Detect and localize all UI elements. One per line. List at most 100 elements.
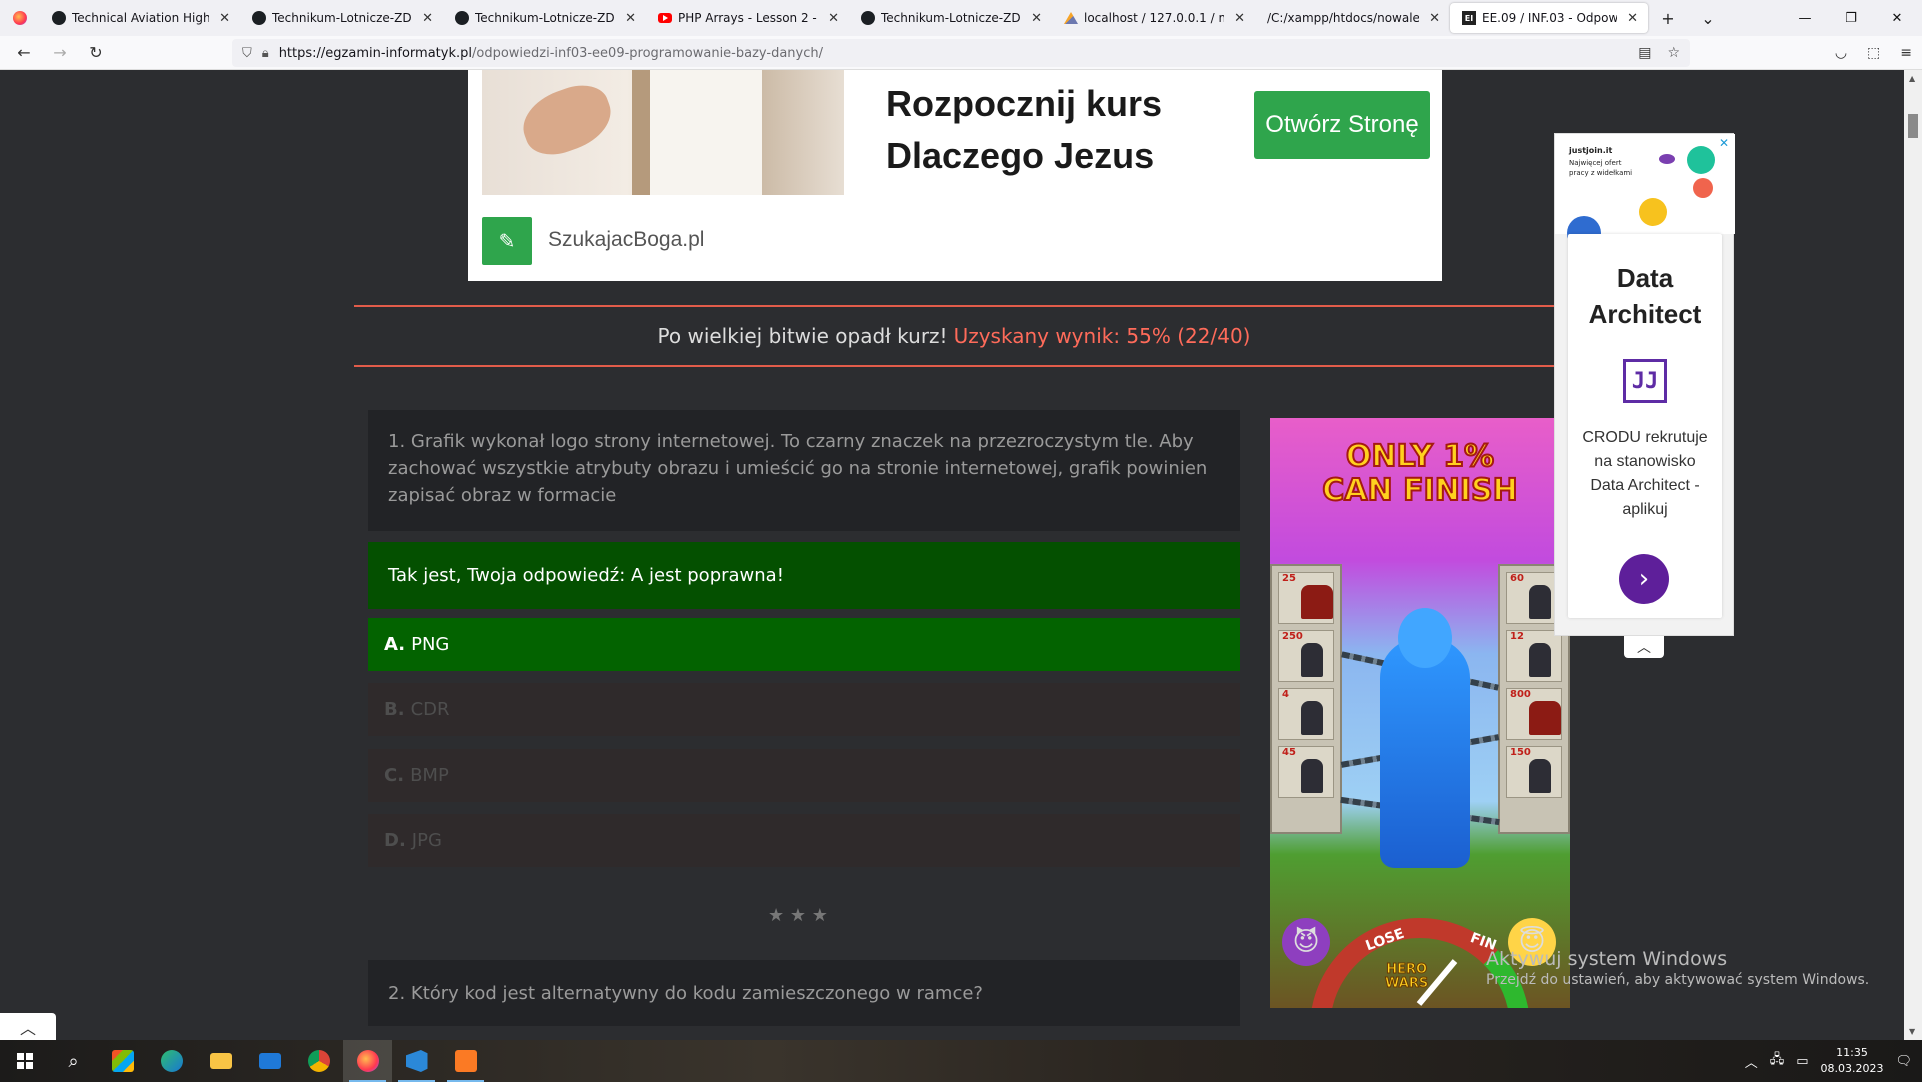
answer-c[interactable]: C. BMP bbox=[368, 749, 1240, 802]
side-ad-banner[interactable]: justjoin.it Najwięcej ofert pracy z wide… bbox=[1555, 134, 1735, 250]
windows-activation-watermark: Aktywuj system Windows Przejdź do ustawi… bbox=[1486, 948, 1869, 988]
top-advertisement[interactable]: Rozpocznij kurs Dlaczego Jezus Otwórz St… bbox=[468, 70, 1442, 281]
tab-title: EE.09 / INF.03 - Odpowiedź bbox=[1482, 11, 1618, 25]
close-icon[interactable]: ✕ bbox=[1031, 11, 1042, 26]
close-icon[interactable]: ✕ bbox=[219, 11, 230, 26]
scroll-up-arrow-icon[interactable]: ▲ bbox=[1909, 74, 1915, 83]
answer-text: CDR bbox=[410, 699, 450, 720]
answer-text: JPG bbox=[411, 830, 442, 851]
close-icon[interactable]: ✕ bbox=[1234, 11, 1245, 26]
floor-power: 150 bbox=[1510, 747, 1531, 758]
network-icon[interactable]: 🖧︎ bbox=[1770, 1050, 1785, 1072]
file-explorer-icon[interactable] bbox=[196, 1040, 245, 1082]
ad-source-logo-icon[interactable]: ✎ bbox=[482, 217, 532, 265]
question-2-text: 2. Który kod jest alternatywny do kodu z… bbox=[368, 960, 1240, 1026]
clock[interactable]: 11:35 08.03.2023 bbox=[1821, 1045, 1884, 1077]
answer-a[interactable]: A. PNG bbox=[368, 618, 1240, 671]
game-ad-title[interactable]: ONLY 1% CAN FINISH bbox=[1270, 439, 1570, 509]
answer-d[interactable]: D. JPG bbox=[368, 814, 1240, 867]
tab-title: Technical Aviation Highsch bbox=[72, 11, 210, 25]
tower-floor: 150 bbox=[1506, 746, 1562, 798]
scroll-down-arrow-icon[interactable]: ▼ bbox=[1909, 1027, 1915, 1036]
shield-icon[interactable]: ⛉ bbox=[242, 46, 252, 61]
game-ad-title-line2: CAN FINISH bbox=[1321, 473, 1518, 509]
reload-icon[interactable]: ↻ bbox=[78, 38, 114, 68]
lock-icon[interactable]: 🔒︎ bbox=[262, 46, 269, 61]
browser-tab-4[interactable]: PHP Arrays - Lesson 2 - Cre ✕ bbox=[646, 0, 849, 36]
ad-photo[interactable] bbox=[482, 70, 844, 195]
scrollbar-thumb[interactable] bbox=[1908, 114, 1918, 138]
browser-tab-6[interactable]: localhost / 127.0.0.1 / moja ✕ bbox=[1052, 0, 1255, 36]
close-icon[interactable]: ✕ bbox=[422, 11, 433, 26]
minimize-icon[interactable]: — bbox=[1782, 0, 1828, 36]
pocket-icon[interactable]: ◡ bbox=[1835, 45, 1847, 61]
game-ad-logo: HERO WARS bbox=[1384, 962, 1429, 991]
close-icon[interactable]: ✕ bbox=[1627, 11, 1638, 26]
game-ad-logo-line2: WARS bbox=[1384, 976, 1429, 991]
browser-tab-active[interactable]: EI EE.09 / INF.03 - Odpowiedź ✕ bbox=[1450, 3, 1648, 33]
xampp-icon[interactable] bbox=[441, 1040, 490, 1082]
show-hidden-icons-chevron-icon[interactable]: ︿ bbox=[1745, 1052, 1758, 1071]
watermark-title: Aktywuj system Windows bbox=[1486, 948, 1728, 970]
url-bar[interactable]: ⛉ 🔒︎ https://egzamin-informatyk.pl/odpow… bbox=[232, 39, 1690, 67]
back-arrow-icon[interactable]: ← bbox=[6, 38, 42, 68]
system-tray: ︿ 🖧︎ ▭ 11:35 08.03.2023 🗨︎ bbox=[1745, 1040, 1922, 1082]
tower-floor: 4 bbox=[1278, 688, 1334, 740]
browser-tab-5[interactable]: Technikum-Lotnicze-ZDZ-l ✕ bbox=[849, 0, 1052, 36]
answer-text: BMP bbox=[410, 765, 449, 786]
close-icon[interactable]: ✕ bbox=[1429, 11, 1440, 26]
browser-tab-1[interactable]: Technical Aviation Highsch ✕ bbox=[40, 0, 240, 36]
store-icon[interactable] bbox=[98, 1040, 147, 1082]
star-rating[interactable]: ★ ★ ★ bbox=[768, 905, 828, 926]
ad-headline[interactable]: Rozpocznij kurs Dlaczego Jezus bbox=[886, 78, 1206, 182]
browser-tab-bar: Technical Aviation Highsch ✕ Technikum-L… bbox=[0, 0, 1922, 36]
close-icon[interactable]: ✕ bbox=[625, 11, 636, 26]
start-button[interactable] bbox=[0, 1040, 49, 1082]
hamburger-menu-icon[interactable]: ≡ bbox=[1900, 45, 1912, 61]
mail-icon[interactable] bbox=[245, 1040, 294, 1082]
floor-power: 250 bbox=[1282, 631, 1303, 642]
reader-view-icon[interactable]: ▤ bbox=[1638, 45, 1651, 61]
url-text[interactable]: https://egzamin-informatyk.pl/odpowiedzi… bbox=[279, 46, 823, 61]
notification-icon[interactable]: 🗨︎ bbox=[1895, 1054, 1912, 1069]
battery-icon[interactable]: ▭ bbox=[1796, 1054, 1808, 1069]
firefox-menu-icon[interactable] bbox=[0, 0, 40, 36]
forward-arrow-icon[interactable]: → bbox=[42, 38, 78, 68]
navigation-toolbar: ← → ↻ ⛉ 🔒︎ https://egzamin-informatyk.pl… bbox=[0, 36, 1922, 70]
bookmark-star-icon[interactable]: ☆ bbox=[1667, 45, 1680, 61]
tower-floor: 45 bbox=[1278, 746, 1334, 798]
answer-text: PNG bbox=[411, 634, 450, 655]
browser-tab-2[interactable]: Technikum-Lotnicze-ZDZ-l ✕ bbox=[240, 0, 443, 36]
chevron-up-icon[interactable]: ︿ bbox=[1624, 636, 1664, 658]
side-ad-brand: justjoin.it bbox=[1569, 146, 1613, 155]
side-advertisement[interactable]: justjoin.it Najwięcej ofert pracy z wide… bbox=[1554, 133, 1735, 636]
firefox-taskbar-icon[interactable] bbox=[343, 1040, 392, 1082]
vscode-icon[interactable] bbox=[392, 1040, 441, 1082]
answer-b[interactable]: B. CDR bbox=[368, 683, 1240, 736]
tab-title: Technikum-Lotnicze-ZDZ-l bbox=[272, 11, 413, 25]
list-tabs-chevron-icon[interactable]: ⌄ bbox=[1688, 0, 1728, 36]
close-icon[interactable]: ✕ bbox=[828, 11, 839, 26]
restore-icon[interactable]: ❐ bbox=[1828, 0, 1874, 36]
scroll-to-top-button[interactable]: ︿ bbox=[0, 1013, 56, 1040]
score-message: Po wielkiej bitwie opadł kurz! bbox=[657, 324, 948, 348]
side-ad-card[interactable]: Data Architect JJ CRODU rekrutuje na sta… bbox=[1568, 234, 1722, 618]
chevron-right-icon[interactable]: › bbox=[1619, 554, 1669, 604]
floor-power: 12 bbox=[1510, 631, 1524, 642]
browser-tab-3[interactable]: Technikum-Lotnicze-ZDZ-l ✕ bbox=[443, 0, 646, 36]
search-icon[interactable]: ⌕ bbox=[49, 1040, 98, 1082]
ad-cta-button[interactable]: Otwórz Stronę bbox=[1254, 91, 1430, 159]
chrome-icon[interactable] bbox=[294, 1040, 343, 1082]
close-window-icon[interactable]: ✕ bbox=[1874, 0, 1920, 36]
floor-power: 45 bbox=[1282, 747, 1296, 758]
extensions-icon[interactable]: ⬚ bbox=[1867, 45, 1880, 61]
edge-icon[interactable] bbox=[147, 1040, 196, 1082]
github-icon bbox=[52, 11, 66, 25]
browser-tab-7[interactable]: /C:/xampp/htdocs/nowalekcja ✕ bbox=[1255, 0, 1450, 36]
new-tab-icon[interactable]: + bbox=[1648, 0, 1688, 36]
game-advertisement[interactable]: ▷ ONLY 1% CAN FINISH 25 250 4 45 60 12 8… bbox=[1270, 418, 1570, 1008]
page-scrollbar[interactable]: ▲ ▼ bbox=[1904, 70, 1922, 1040]
monster-figure bbox=[1380, 638, 1470, 868]
close-icon[interactable]: ✕ bbox=[1719, 136, 1729, 150]
ad-source[interactable]: SzukajacBoga.pl bbox=[548, 228, 704, 252]
